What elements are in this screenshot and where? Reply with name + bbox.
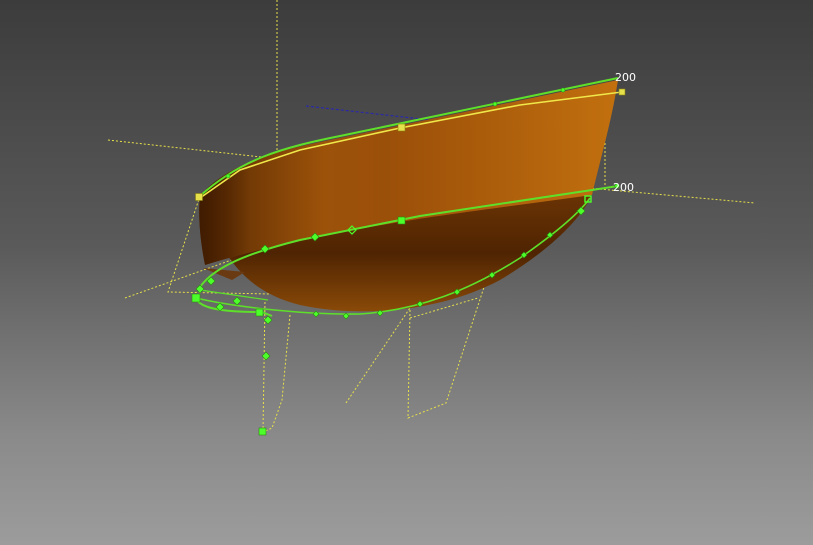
dimension-label-top: 200 [615,71,636,84]
sheer-start-square-marker[interactable] [195,193,203,201]
sheer-diamond-marker[interactable] [492,101,498,107]
keel-diamond-marker[interactable] [312,310,320,318]
transom-guide-line [107,139,271,159]
hull-scene[interactable] [0,0,813,545]
stern-corner-square-marker[interactable] [191,293,201,303]
strut-diamond-marker[interactable] [263,315,273,325]
strut-diamond-marker[interactable] [261,351,271,361]
blue-axis-line [305,105,431,121]
stern-end-square-marker[interactable] [255,308,264,317]
sheer-mid-square-marker[interactable] [397,123,406,132]
3d-viewport[interactable]: 200 200 [0,0,813,545]
chine-mid-square-marker[interactable] [397,216,406,225]
stern-tangent-line[interactable] [199,289,269,301]
sheer-end-square-marker[interactable] [618,88,626,96]
sheer-diamond-marker[interactable] [225,173,231,179]
stern-diamond-marker[interactable] [195,284,205,294]
stern-diamond-marker[interactable] [232,296,242,306]
keel-strut-left [262,314,291,433]
strut-bottom-square-marker[interactable] [258,427,267,436]
dimension-label-middle: 200 [613,181,634,194]
sheer-diamond-marker[interactable] [560,87,566,93]
keel-diagonal [345,304,413,404]
